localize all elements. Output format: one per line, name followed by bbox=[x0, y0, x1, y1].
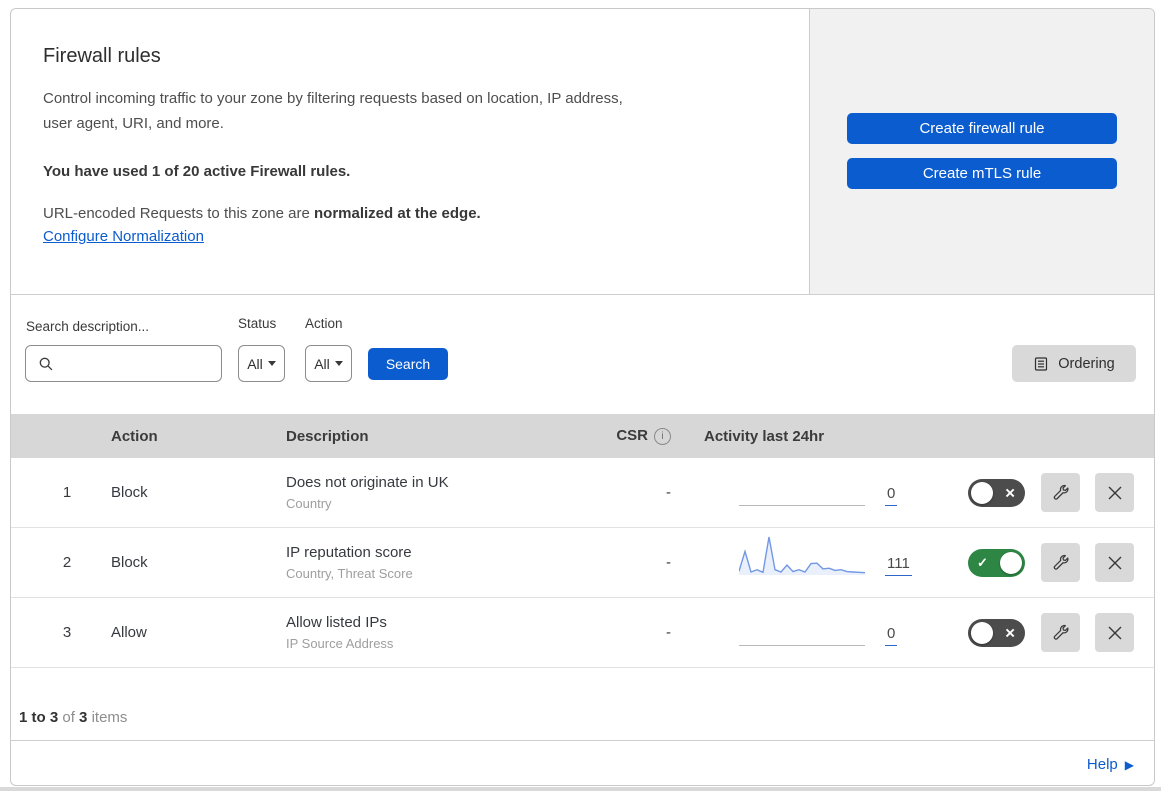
delete-rule-button[interactable] bbox=[1095, 613, 1134, 652]
search-field-label: Search description... bbox=[26, 319, 150, 334]
rule-action: Block bbox=[111, 484, 148, 501]
create-firewall-rule-button[interactable]: Create firewall rule bbox=[847, 113, 1117, 144]
rule-enabled-toggle[interactable]: ✓ × bbox=[968, 478, 1025, 507]
rule-controls-cell: ✓ × bbox=[939, 613, 1154, 652]
edit-rule-button[interactable] bbox=[1041, 613, 1080, 652]
rule-description-cell: Allow listed IPs IP Source Address bbox=[286, 614, 589, 651]
rule-controls-cell: ✓ × bbox=[939, 543, 1154, 582]
header-section: Firewall rules Control incoming traffic … bbox=[11, 9, 1154, 294]
rule-priority: 3 bbox=[62, 624, 72, 641]
rule-priority: 1 bbox=[62, 484, 72, 501]
rule-activity-cell: 0 bbox=[689, 604, 939, 661]
column-header-action: Action bbox=[111, 427, 158, 445]
action-filter-select[interactable]: All bbox=[305, 345, 352, 382]
create-mtls-rule-button[interactable]: Create mTLS rule bbox=[847, 158, 1117, 189]
table-row: 3 Allow Allow listed IPs IP Source Addre… bbox=[11, 598, 1154, 668]
search-button[interactable]: Search bbox=[368, 348, 448, 380]
activity-sparkline bbox=[739, 464, 865, 506]
rule-criteria: IP Source Address bbox=[286, 636, 394, 651]
header-text-panel: Firewall rules Control incoming traffic … bbox=[11, 9, 810, 294]
activity-count-link[interactable]: 0 bbox=[885, 485, 898, 506]
header-actions-panel: Create firewall rule Create mTLS rule bbox=[810, 9, 1154, 294]
x-icon: × bbox=[1005, 483, 1015, 502]
status-filter-label: Status bbox=[238, 316, 277, 331]
edit-rule-button[interactable] bbox=[1041, 473, 1080, 512]
rule-activity-cell: 0 bbox=[689, 464, 939, 521]
edit-rule-button[interactable] bbox=[1041, 543, 1080, 582]
delete-rule-button[interactable] bbox=[1095, 473, 1134, 512]
status-filter-select[interactable]: All bbox=[238, 345, 285, 382]
column-header-activity: Activity last 24hr bbox=[704, 427, 825, 445]
action-filter-label: Action bbox=[305, 316, 343, 331]
rule-activity-cell: 111 bbox=[689, 534, 939, 591]
ordering-button[interactable]: Ordering bbox=[1012, 345, 1136, 382]
rule-action: Block bbox=[111, 554, 148, 571]
firewall-rules-card: Firewall rules Control incoming traffic … bbox=[10, 8, 1155, 786]
activity-count-link[interactable]: 111 bbox=[885, 555, 912, 576]
help-link[interactable]: Help ▶ bbox=[1087, 756, 1134, 773]
help-bar: Help ▶ bbox=[11, 740, 1154, 785]
toggle-knob bbox=[1000, 551, 1022, 574]
page-description: Control incoming traffic to your zone by… bbox=[43, 86, 769, 136]
rule-description: Allow listed IPs bbox=[286, 614, 387, 631]
wrench-icon bbox=[1053, 554, 1069, 570]
x-icon bbox=[1108, 556, 1121, 569]
wrench-icon bbox=[1053, 484, 1069, 500]
table-row: 1 Block Does not originate in UK Country… bbox=[11, 458, 1154, 528]
search-input[interactable] bbox=[25, 345, 222, 382]
activity-sparkline bbox=[739, 604, 865, 646]
rule-controls-cell: ✓ × bbox=[939, 473, 1154, 512]
column-header-csr: CSR i bbox=[589, 427, 689, 445]
rule-csr-value: - bbox=[666, 554, 671, 571]
rule-criteria: Country bbox=[286, 496, 332, 511]
ordering-list-icon bbox=[1035, 356, 1048, 371]
table-row: 2 Block IP reputation score Country, Thr… bbox=[11, 528, 1154, 598]
rule-description-cell: Does not originate in UK Country bbox=[286, 474, 589, 511]
configure-normalization-link[interactable]: Configure Normalization bbox=[43, 228, 204, 245]
rule-enabled-toggle[interactable]: ✓ × bbox=[968, 618, 1025, 647]
info-icon[interactable]: i bbox=[654, 428, 671, 445]
normalization-text: URL-encoded Requests to this zone are no… bbox=[43, 205, 481, 222]
description-line: Control incoming traffic to your zone by… bbox=[43, 90, 623, 107]
arrow-right-icon: ▶ bbox=[1124, 757, 1134, 772]
check-icon: ✓ bbox=[977, 554, 988, 570]
rule-description: Does not originate in UK bbox=[286, 474, 449, 491]
x-icon bbox=[1108, 486, 1121, 499]
rule-action: Allow bbox=[111, 624, 147, 641]
x-icon: × bbox=[1005, 623, 1015, 642]
delete-rule-button[interactable] bbox=[1095, 543, 1134, 582]
column-header-description: Description bbox=[286, 427, 369, 445]
rule-description-cell: IP reputation score Country, Threat Scor… bbox=[286, 544, 589, 581]
rule-csr-value: - bbox=[666, 484, 671, 501]
chevron-down-icon bbox=[267, 361, 276, 366]
search-icon bbox=[39, 357, 53, 370]
rule-csr-value: - bbox=[666, 624, 671, 641]
chevron-down-icon bbox=[334, 361, 343, 366]
page-bottom-shadow bbox=[0, 787, 1161, 791]
rule-enabled-toggle[interactable]: ✓ × bbox=[968, 548, 1025, 577]
rule-priority: 2 bbox=[62, 554, 72, 571]
activity-sparkline bbox=[738, 534, 866, 576]
rule-description: IP reputation score bbox=[286, 544, 412, 561]
toggle-knob bbox=[971, 621, 993, 644]
activity-count-link[interactable]: 0 bbox=[885, 625, 898, 646]
toggle-knob bbox=[971, 481, 993, 504]
x-icon bbox=[1108, 626, 1121, 639]
wrench-icon bbox=[1053, 624, 1069, 640]
filter-bar: Search description... Status All Action … bbox=[11, 294, 1154, 414]
table-header-row: Action Description CSR i Activity last 24… bbox=[11, 414, 1154, 458]
rule-criteria: Country, Threat Score bbox=[286, 566, 413, 581]
usage-counter-text: You have used 1 of 20 active Firewall ru… bbox=[43, 163, 351, 180]
description-line: user agent, URI, and more. bbox=[43, 115, 224, 132]
page-title: Firewall rules bbox=[43, 45, 161, 67]
pagination-summary: 1 to 3 of 3 items bbox=[19, 709, 128, 726]
